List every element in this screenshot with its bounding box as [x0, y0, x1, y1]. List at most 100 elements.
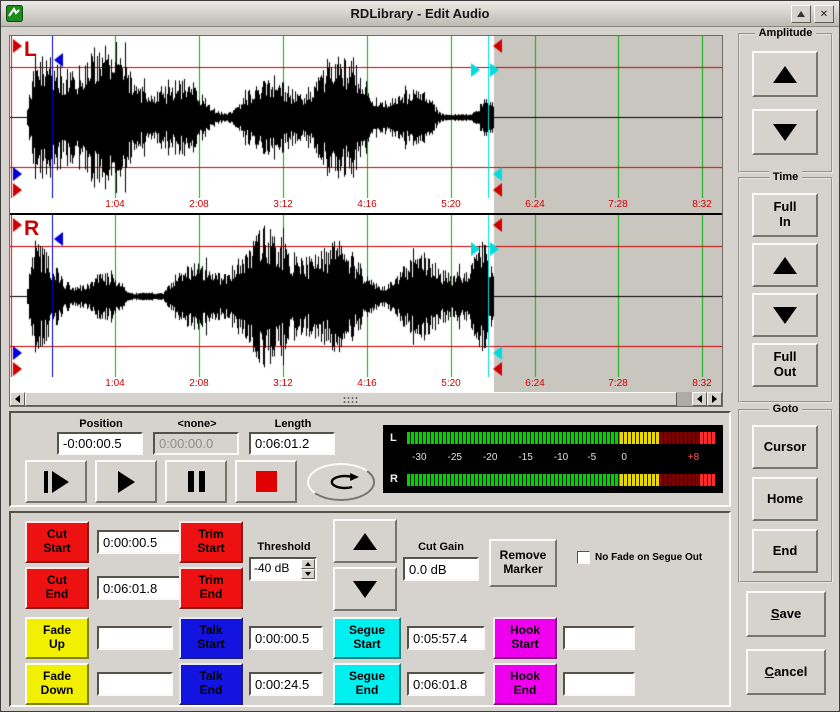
no-fade-checkbox[interactable]: [577, 551, 590, 564]
meter-scale-label: -20: [483, 452, 497, 463]
full-out-button[interactable]: Full Out: [752, 343, 818, 387]
scroll-left-icon: [15, 395, 20, 403]
amplitude-group: Amplitude: [738, 33, 833, 173]
marker-time-field: [153, 432, 239, 455]
cut-gain-label: Cut Gain: [401, 541, 481, 553]
save-button[interactable]: Save: [746, 591, 826, 637]
hook-end-button[interactable]: Hook End: [493, 663, 557, 705]
cut-end-field[interactable]: [97, 576, 183, 600]
length-field[interactable]: [249, 432, 335, 455]
talk-start-field[interactable]: [249, 626, 323, 650]
meter-scale-label: -30: [412, 452, 426, 463]
goto-group-label: Goto: [769, 403, 803, 415]
cut-end-button[interactable]: Cut End: [25, 567, 89, 609]
time-tick-label: 4:16: [347, 378, 387, 389]
close-window-button[interactable]: ✕: [814, 5, 834, 23]
time-group: Time Full In Full Out: [738, 177, 833, 403]
hook-start-button[interactable]: Hook Start: [493, 617, 557, 659]
meter-scale-label: -25: [448, 452, 462, 463]
trim-start-button[interactable]: Trim Start: [179, 521, 243, 563]
marker-name-label: <none>: [153, 418, 241, 430]
time-tick-label: 5:20: [431, 378, 471, 389]
loop-icon: [323, 472, 359, 492]
fade-down-button[interactable]: Fade Down: [25, 663, 89, 705]
meter-scale: -30 -25 -20 -15 -10 -5 0 +8: [407, 452, 715, 466]
shade-window-button[interactable]: [791, 5, 811, 23]
right-channel-waveform[interactable]: [10, 215, 722, 377]
left-channel-label: L: [24, 38, 37, 62]
loop-button[interactable]: [307, 463, 375, 501]
fade-down-field[interactable]: [97, 672, 173, 696]
time-axis-top: 1:04 2:08 3:12 4:16 5:20 6:24 7:28 8:32: [10, 198, 722, 213]
meter-red-zone: [700, 474, 715, 486]
zoom-out-time-button[interactable]: [752, 293, 818, 337]
full-in-button[interactable]: Full In: [752, 193, 818, 237]
pause-icon: [188, 471, 205, 492]
waveform-scrollbar[interactable]: [10, 392, 722, 406]
time-tick-label: 2:08: [179, 378, 219, 389]
threshold-value[interactable]: -40 dB: [251, 559, 301, 579]
pause-button[interactable]: [165, 460, 227, 503]
scroll-left-button[interactable]: [10, 392, 25, 406]
meter-dim-red-zone: [660, 432, 700, 444]
cancel-button[interactable]: Cancel: [746, 649, 826, 695]
scroll-left-icon: [697, 395, 702, 403]
segue-end-field[interactable]: [407, 672, 485, 696]
left-channel-waveform[interactable]: [10, 36, 722, 198]
threshold-label: Threshold: [247, 541, 321, 553]
time-tick-label: 4:16: [347, 199, 387, 210]
window-title: RDLibrary - Edit Audio: [1, 1, 839, 27]
remove-marker-button[interactable]: Remove Marker: [489, 539, 557, 587]
time-axis-bottom: 1:04 2:08 3:12 4:16 5:20 6:24 7:28 8:32: [10, 377, 722, 392]
segue-start-field[interactable]: [407, 626, 485, 650]
threshold-spinbox[interactable]: -40 dB: [249, 557, 317, 581]
amplitude-group-label: Amplitude: [755, 27, 817, 39]
arrow-down-icon: [353, 581, 377, 598]
time-group-label: Time: [769, 171, 802, 183]
fade-up-button[interactable]: Fade Up: [25, 617, 89, 659]
scroll-left-button-2[interactable]: [692, 392, 707, 406]
scrollbar-thumb[interactable]: [25, 392, 677, 406]
talk-start-button[interactable]: Talk Start: [179, 617, 243, 659]
gain-down-button[interactable]: [333, 567, 397, 611]
segue-start-button[interactable]: Segue Start: [333, 617, 401, 659]
amplitude-down-button[interactable]: [752, 109, 818, 155]
hook-end-field[interactable]: [563, 672, 635, 696]
meter-dim-red-zone: [660, 474, 700, 486]
arrow-up-icon: [353, 533, 377, 550]
cut-start-button[interactable]: Cut Start: [25, 521, 89, 563]
goto-end-button[interactable]: End: [752, 529, 818, 573]
trim-end-button[interactable]: Trim End: [179, 567, 243, 609]
hook-start-field[interactable]: [563, 626, 635, 650]
scroll-right-button[interactable]: [707, 392, 722, 406]
stop-button[interactable]: [235, 460, 297, 503]
fade-up-field[interactable]: [97, 626, 173, 650]
transport-panel: Position <none> Length L: [9, 411, 731, 507]
time-tick-label: 8:32: [682, 378, 722, 389]
play-button[interactable]: [95, 460, 157, 503]
meter-scale-label: -5: [587, 452, 596, 463]
play-from-start-button[interactable]: [25, 460, 87, 503]
arrow-down-icon: [773, 307, 797, 324]
titlebar[interactable]: RDLibrary - Edit Audio ✕: [1, 1, 839, 27]
threshold-down-button[interactable]: [301, 569, 315, 579]
play-from-start-icon: [44, 471, 69, 493]
goto-home-button[interactable]: Home: [752, 477, 818, 521]
cut-start-field[interactable]: [97, 530, 183, 554]
zoom-in-time-button[interactable]: [752, 243, 818, 287]
arrow-up-icon: [773, 66, 797, 83]
cut-gain-field[interactable]: [403, 557, 479, 581]
threshold-up-button[interactable]: [301, 559, 315, 569]
talk-end-field[interactable]: [249, 672, 323, 696]
talk-end-button[interactable]: Talk End: [179, 663, 243, 705]
gain-up-button[interactable]: [333, 519, 397, 563]
goto-cursor-button[interactable]: Cursor: [752, 425, 818, 469]
goto-group: Goto Cursor Home End: [738, 409, 833, 583]
amplitude-up-button[interactable]: [752, 51, 818, 97]
meter-right-leds: [407, 474, 715, 486]
segue-end-button[interactable]: Segue End: [333, 663, 401, 705]
position-field[interactable]: [57, 432, 143, 455]
meter-red-zone: [700, 432, 715, 444]
scroll-right-icon: [712, 395, 717, 403]
shade-icon: [797, 11, 805, 17]
